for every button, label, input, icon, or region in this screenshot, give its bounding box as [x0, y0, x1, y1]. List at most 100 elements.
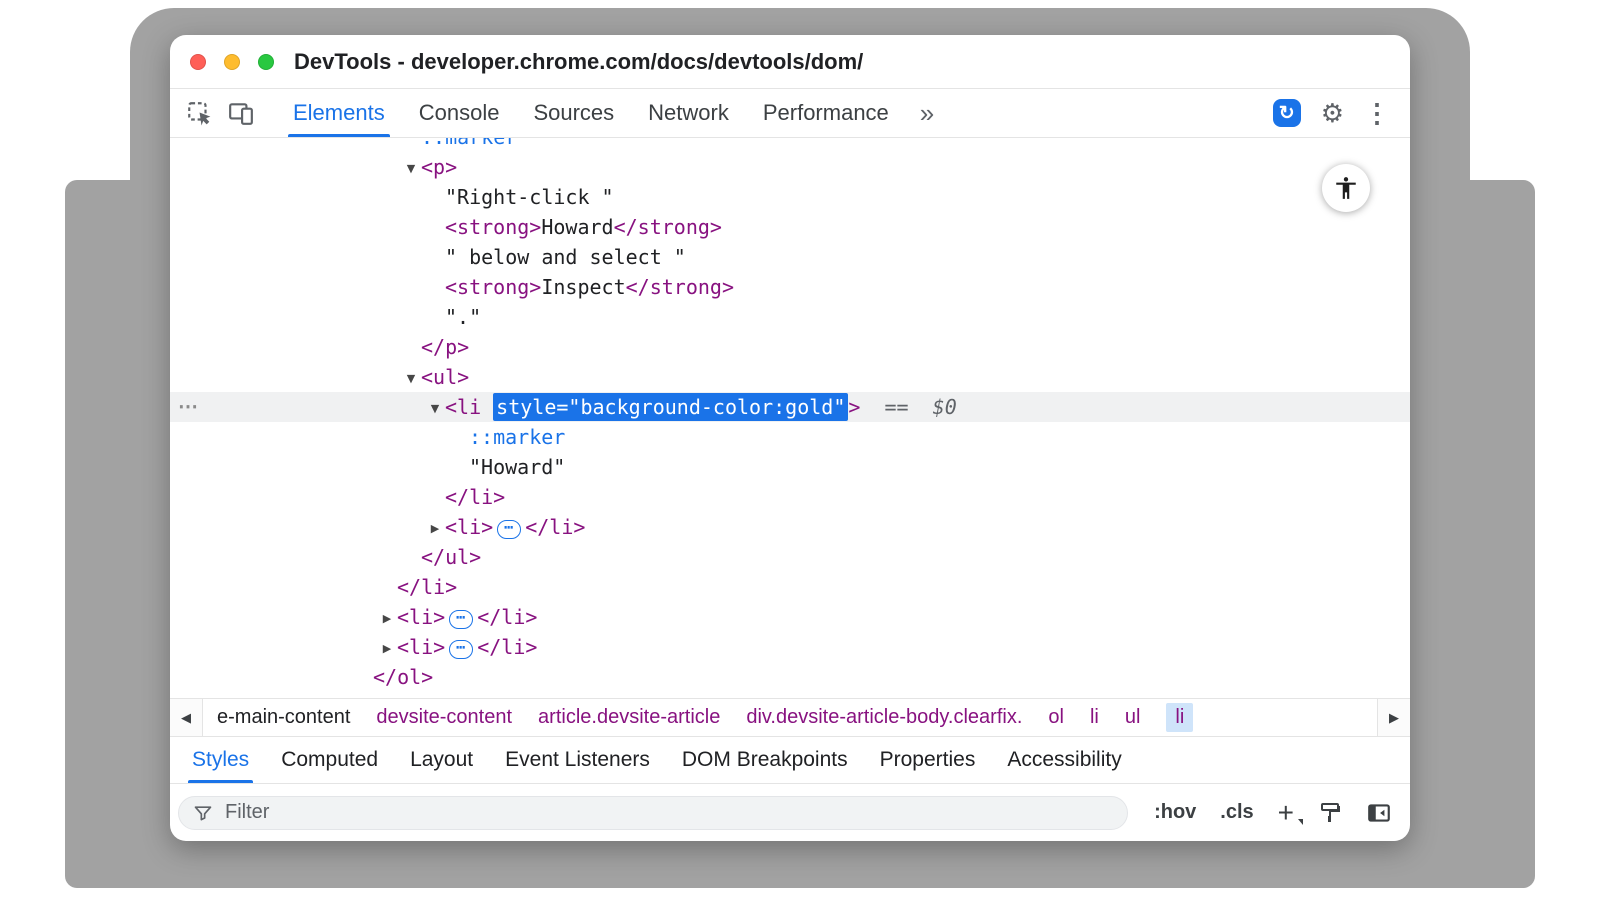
breadcrumb-item[interactable]: devsite-content — [376, 706, 512, 729]
tab-network[interactable]: Network — [631, 89, 746, 137]
dom-tree-line[interactable]: ::marker — [170, 422, 1410, 452]
dom-token-tag: </ul> — [421, 545, 481, 569]
dom-token-text: " below and select " — [445, 245, 686, 269]
dom-tree-line[interactable]: ▶<li>⋯</li> — [170, 632, 1410, 662]
inline-expand-button[interactable]: ⋯ — [449, 610, 473, 629]
dom-tree-line[interactable]: <strong>Inspect</strong> — [170, 272, 1410, 302]
dom-token-tag: <p> — [421, 155, 457, 179]
expand-arrow-icon[interactable]: ▶ — [425, 514, 445, 544]
tab-computed[interactable]: Computed — [265, 737, 394, 783]
dom-tree-line[interactable]: ▼<p> — [170, 152, 1410, 182]
traffic-lights — [190, 54, 274, 70]
dom-token-text: "." — [445, 305, 481, 329]
dom-token-tag: <li — [445, 395, 493, 419]
inline-expand-button[interactable]: ⋯ — [449, 640, 473, 659]
dom-tree-line[interactable]: "Howard" — [170, 452, 1410, 482]
dom-tree-line[interactable]: ▶<li>⋯</li> — [170, 512, 1410, 542]
dom-token-pseudo: ::marker — [421, 138, 517, 149]
tab-styles[interactable]: Styles — [176, 737, 265, 783]
panel-tab-strip: ElementsConsoleSourcesNetworkPerformance — [276, 89, 906, 137]
tab-dom-breakpoints[interactable]: DOM Breakpoints — [666, 737, 864, 783]
new-rule-menu-caret — [1298, 819, 1303, 825]
breadcrumb-scroll-right[interactable]: ▶ — [1377, 699, 1410, 736]
dom-tree-line[interactable]: </p> — [170, 332, 1410, 362]
tab-performance[interactable]: Performance — [746, 89, 906, 137]
row-overflow-dots-icon[interactable]: ⋯ — [178, 392, 199, 422]
inline-expand-button[interactable]: ⋯ — [497, 520, 521, 539]
dom-token-tag: </li> — [525, 515, 585, 539]
dom-token-text: "Right-click " — [445, 185, 614, 209]
dom-tree-line-selected[interactable]: ⋯▼<li style="background-color:gold"> == … — [170, 392, 1410, 422]
tab-event-listeners[interactable]: Event Listeners — [489, 737, 666, 783]
tab-console[interactable]: Console — [402, 89, 517, 137]
paint-roller-icon[interactable] — [1318, 801, 1342, 825]
dom-tree-line[interactable]: ::marker — [170, 138, 1410, 152]
collapse-arrow-icon[interactable]: ▼ — [425, 394, 445, 424]
dom-token-flag: $0 — [933, 395, 957, 419]
dom-tree-line[interactable]: ▼<ul> — [170, 362, 1410, 392]
tab-layout[interactable]: Layout — [394, 737, 489, 783]
window-titlebar: DevTools - developer.chrome.com/docs/dev… — [170, 35, 1410, 89]
class-toggle-button[interactable]: .cls — [1220, 801, 1253, 824]
breadcrumb-item[interactable]: e-main-content — [217, 706, 350, 729]
dom-token-tag: </p> — [421, 335, 469, 359]
dom-token-op: == — [860, 395, 932, 419]
dom-tree-line[interactable]: ▶<li>⋯</li> — [170, 602, 1410, 632]
tab-properties[interactable]: Properties — [864, 737, 992, 783]
sync-icon[interactable]: ↻ — [1273, 99, 1301, 127]
dom-tree-line[interactable]: "." — [170, 302, 1410, 332]
filter-input[interactable] — [223, 800, 1113, 825]
device-toolbar-icon[interactable] — [224, 96, 258, 130]
pseudo-state-button[interactable]: :hov — [1154, 801, 1196, 824]
close-button[interactable] — [190, 54, 206, 70]
breadcrumb-scroll-left[interactable]: ◀ — [170, 699, 203, 736]
dom-tree-line[interactable]: </li> — [170, 482, 1410, 512]
dom-tree-line[interactable]: </ol> — [170, 662, 1410, 692]
dom-token-tag: </li> — [445, 485, 505, 509]
collapse-arrow-icon[interactable]: ▼ — [401, 364, 421, 394]
settings-gear-icon[interactable]: ⚙ — [1321, 100, 1344, 126]
tab-accessibility[interactable]: Accessibility — [991, 737, 1137, 783]
toggle-sidebar-icon[interactable] — [1366, 800, 1392, 826]
new-style-rule-button[interactable]: + — [1278, 799, 1294, 827]
dom-tree-line[interactable]: "Right-click " — [170, 182, 1410, 212]
expand-arrow-icon[interactable]: ▶ — [377, 634, 397, 664]
dom-token-tag: > — [848, 395, 860, 419]
expand-arrow-icon[interactable]: ▶ — [377, 604, 397, 634]
filter-input-wrap[interactable] — [178, 796, 1128, 830]
tab-sources[interactable]: Sources — [516, 89, 631, 137]
dom-token-tag: <ul> — [421, 365, 469, 389]
devtools-toolbar: ElementsConsoleSourcesNetworkPerformance… — [170, 89, 1410, 138]
breadcrumb-item[interactable]: article.devsite-article — [538, 706, 720, 729]
dom-tree-line[interactable]: <strong>Howard</strong> — [170, 212, 1410, 242]
breadcrumb-item[interactable]: ul — [1125, 706, 1141, 729]
dom-token-text: Howard — [541, 215, 613, 239]
breadcrumb-item[interactable]: ol — [1048, 706, 1064, 729]
breadcrumb: e-main-content devsite-content article.dev… — [203, 699, 1207, 736]
breadcrumb-item[interactable]: li — [1166, 703, 1193, 732]
dom-token-text: "Howard" — [469, 455, 565, 479]
dom-tree-line[interactable]: </li> — [170, 572, 1410, 602]
dom-tree-line[interactable]: </ul> — [170, 542, 1410, 572]
dom-tree-line[interactable]: " below and select " — [170, 242, 1410, 272]
dom-token-tag: <li> — [445, 515, 493, 539]
tab-elements[interactable]: Elements — [276, 89, 402, 137]
dom-token-tag: </li> — [477, 635, 537, 659]
breadcrumb-item[interactable]: li — [1090, 706, 1099, 729]
inspect-element-icon[interactable] — [182, 96, 216, 130]
dom-tree: ::marker▼<p>"Right-click "<strong>Howard… — [170, 138, 1410, 698]
dom-token-tag: </ol> — [373, 665, 433, 689]
window-title: DevTools - developer.chrome.com/docs/dev… — [294, 49, 863, 75]
more-panels-icon[interactable]: » — [906, 89, 948, 137]
dom-token-tag: <strong> — [445, 215, 541, 239]
minimize-button[interactable] — [224, 54, 240, 70]
dom-token-tag: </strong> — [626, 275, 734, 299]
breadcrumb-item[interactable]: div.devsite-article-body.clearfix. — [746, 706, 1022, 729]
collapse-arrow-icon[interactable]: ▼ — [401, 154, 421, 184]
dom-token-pseudo: ::marker — [469, 425, 565, 449]
zoom-button[interactable] — [258, 54, 274, 70]
dom-token-tag: </strong> — [614, 215, 722, 239]
dom-token-attr-sel[interactable]: style="background-color:gold" — [493, 393, 848, 421]
dom-token-tag: </li> — [477, 605, 537, 629]
kebab-menu-icon[interactable]: ⋮ — [1364, 100, 1390, 126]
